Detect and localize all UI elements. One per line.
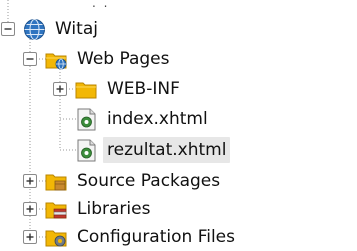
tree-node-rezultat-xhtml[interactable]: rezultat.xhtml	[75, 137, 231, 163]
tree-node-libraries[interactable]: Libraries	[23, 196, 150, 222]
tree-node-label: WEB-INF	[107, 79, 180, 99]
tree-node-label: Web Pages	[77, 49, 170, 69]
tree-node-label: rezultat.xhtml	[103, 137, 231, 163]
collapse-toggle-icon[interactable]	[1, 22, 15, 36]
tree-node-index-xhtml[interactable]: index.xhtml	[75, 106, 208, 132]
tree-node-label: Source Packages	[77, 171, 221, 191]
tree-node-witaj[interactable]: Witaj	[1, 16, 98, 42]
expand-toggle-icon[interactable]	[23, 202, 37, 216]
xhtml-file-icon	[77, 108, 96, 130]
globe-icon	[24, 18, 45, 40]
tree-node-web-inf[interactable]: WEB-INF	[53, 76, 180, 102]
xhtml-file-icon	[77, 139, 96, 161]
configuration-files-icon	[45, 230, 67, 246]
project-tree: . . Witaj Web Pages WEB-INF index.xhtml …	[0, 0, 357, 251]
tree-node-web-pages[interactable]: Web Pages	[23, 46, 169, 72]
folder-icon	[75, 82, 97, 98]
source-packages-icon	[45, 174, 67, 190]
tree-node-label: Witaj	[55, 19, 98, 39]
expand-toggle-icon[interactable]	[23, 174, 37, 188]
web-pages-folder-icon	[45, 53, 67, 69]
collapse-toggle-icon[interactable]	[23, 52, 37, 66]
libraries-icon	[45, 202, 67, 218]
tree-node-label: index.xhtml	[107, 109, 208, 129]
tree-node-configuration-files[interactable]: Configuration Files	[23, 224, 235, 250]
tree-node-label: Libraries	[77, 199, 151, 219]
tree-node-source-packages[interactable]: Source Packages	[23, 168, 220, 194]
tree-node-label: Configuration Files	[77, 227, 235, 247]
expand-toggle-icon[interactable]	[23, 230, 37, 244]
expand-toggle-icon[interactable]	[53, 82, 67, 96]
